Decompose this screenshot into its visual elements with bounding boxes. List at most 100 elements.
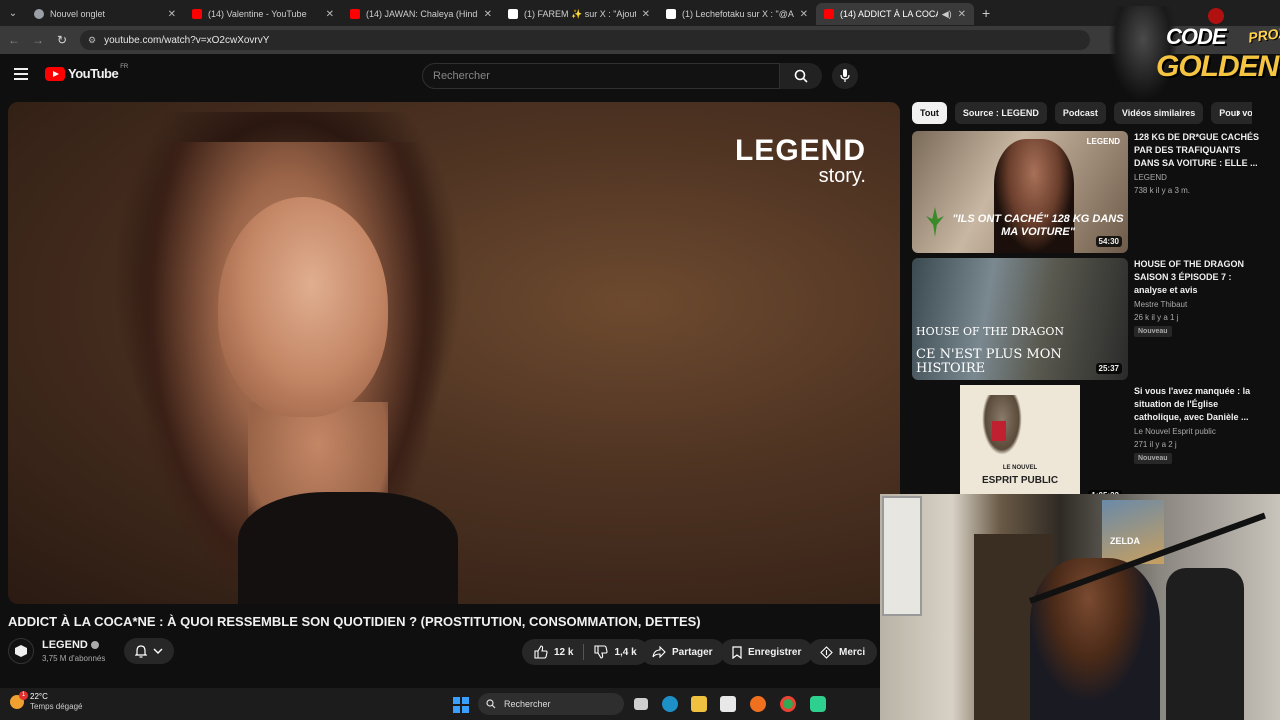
file-explorer-icon[interactable] — [691, 696, 707, 712]
weather-sun-icon — [10, 691, 28, 709]
notification-bell-button[interactable] — [124, 638, 174, 664]
recommendation-channel[interactable]: LEGEND — [1134, 173, 1167, 182]
tab-label: (14) JAWAN: Chaleya (Hindi) | Sh — [366, 9, 478, 19]
video-thumbnail[interactable]: HOUSE OF THE DRAGON CE N'EST PLUS MON HI… — [912, 258, 1128, 380]
taskbar-search[interactable]: Rechercher — [478, 693, 624, 715]
weather-widget[interactable]: 22°C Temps dégagé — [10, 691, 83, 712]
site-settings-icon[interactable]: ⚙ — [88, 35, 96, 46]
url-text: youtube.com/watch?v=xO2cwXovrvY — [104, 34, 270, 46]
firefox-icon[interactable] — [750, 696, 766, 712]
browser-tab-bar: ⌄ Nouvel onglet ✕ (14) Valentine - YouTu… — [0, 0, 1280, 26]
tab-close-icon[interactable]: ✕ — [800, 9, 808, 20]
verified-icon — [90, 641, 99, 650]
share-button[interactable]: Partager — [640, 639, 725, 665]
subscriber-count: 3,75 M d'abonnés — [42, 654, 106, 663]
tab-label: (14) Valentine - YouTube — [208, 9, 307, 19]
channel-name[interactable]: LEGEND — [42, 639, 99, 651]
reload-icon[interactable]: ↻ — [50, 33, 74, 47]
new-tab-icon[interactable]: + — [982, 5, 990, 21]
tab-close-icon[interactable]: ✕ — [168, 9, 176, 20]
recommendation-title[interactable]: HOUSE OF THE DRAGON SAISON 3 ÉPISODE 7 :… — [1134, 258, 1260, 297]
tab-close-icon[interactable]: ✕ — [642, 9, 650, 20]
windows-start-icon[interactable] — [453, 697, 469, 713]
back-icon[interactable]: ← — [2, 33, 26, 47]
menu-icon[interactable] — [14, 68, 28, 80]
recommendation-meta: 271 il y a 2 j — [1134, 440, 1177, 449]
weather-temperature: 22°C — [30, 692, 48, 701]
recommendation-item[interactable]: HOUSE OF THE DRAGON CE N'EST PLUS MON HI… — [912, 258, 1272, 380]
video-player[interactable]: LEGEND story. — [8, 102, 900, 604]
recommendation-title[interactable]: Si vous l'avez manquée : la situation de… — [1134, 385, 1260, 424]
chip-source[interactable]: Source : LEGEND — [954, 102, 1047, 124]
watermark-line1: LEGEND — [734, 134, 866, 167]
chevron-right-icon[interactable]: › — [1236, 104, 1241, 120]
video-thumbnail[interactable]: LEGEND "ILS ONT CACHÉ" 128 KG DANS MA VO… — [912, 131, 1128, 253]
recommendation-channel[interactable]: Le Nouvel Esprit public — [1134, 427, 1216, 436]
like-dislike-group: 12 k 1,4 k — [522, 639, 649, 665]
tab-label: Nouvel onglet — [50, 9, 106, 19]
save-label: Enregistrer — [748, 646, 802, 658]
scarf-illustration — [992, 421, 1006, 441]
browser-tab[interactable]: (14) JAWAN: Chaleya (Hindi) | Sh ✕ — [342, 3, 500, 25]
logo-text: YouTube — [68, 66, 119, 81]
browser-tab-active[interactable]: (14) ADDICT À LA COCA*NE ◀) ✕ — [816, 3, 974, 25]
super-thanks-icon — [820, 645, 833, 659]
weather-condition: Temps dégagé — [30, 702, 83, 711]
recommendation-meta: 738 k il y a 3 m. — [1134, 186, 1191, 195]
webcam-window — [882, 496, 922, 616]
tab-close-icon[interactable]: ✕ — [484, 9, 492, 20]
microphone-icon — [840, 69, 850, 82]
tab-label: (1) FAREM ✨ sur X : "Ajoutons — [524, 8, 636, 19]
forward-icon[interactable]: → — [26, 33, 50, 47]
tab-search-icon[interactable]: ⌄ — [0, 0, 26, 26]
chrome-icon[interactable] — [780, 696, 796, 712]
tab-close-icon[interactable]: ✕ — [326, 9, 334, 20]
tab-favicon-icon — [350, 9, 360, 19]
bell-icon — [135, 644, 147, 658]
search-button[interactable] — [780, 63, 822, 89]
task-view-icon[interactable] — [634, 698, 648, 710]
browser-tab[interactable]: (1) FAREM ✨ sur X : "Ajoutons ✕ — [500, 3, 658, 25]
recommendation-title[interactable]: 128 KG DE DR*GUE CACHÉS PAR DES TRAFIQUA… — [1134, 131, 1260, 170]
address-bar[interactable]: ⚙ youtube.com/watch?v=xO2cwXovrvY — [80, 30, 1090, 50]
thumbnail-text: LE NOUVEL — [1002, 465, 1038, 471]
promo-emblem — [1208, 8, 1224, 24]
browser-tab[interactable]: (14) Valentine - YouTube ✕ — [184, 3, 342, 25]
tab-close-icon[interactable]: ✕ — [958, 9, 966, 20]
channel-avatar[interactable] — [8, 638, 34, 664]
chip-podcast[interactable]: Podcast — [1054, 102, 1106, 124]
like-divider — [583, 644, 585, 660]
browser-tab[interactable]: (1) Lechefotaku sur X : "@Amar ✕ — [658, 3, 816, 25]
video-thumbnail[interactable]: LE NOUVEL ESPRIT PUBLIC 1:05:22 — [912, 385, 1128, 507]
thumbnail-text: HOUSE OF THE DRAGON — [916, 325, 1065, 338]
voice-search-button[interactable] — [832, 63, 858, 89]
app-icon[interactable] — [810, 696, 826, 712]
webcam-overlay: ZELDA — [880, 494, 1280, 720]
search-input[interactable]: Rechercher — [422, 63, 780, 89]
windows-taskbar: 22°C Temps dégagé Rechercher — [0, 688, 880, 720]
thanks-button[interactable]: Merci — [808, 639, 878, 665]
thumbs-down-icon — [594, 645, 609, 659]
recommendation-channel[interactable]: Mestre Thibaut — [1134, 300, 1187, 309]
chevron-down-icon — [153, 648, 163, 654]
thumbnail-brand: LEGEND — [1086, 137, 1120, 146]
youtube-logo[interactable]: YouTube FR — [45, 64, 128, 81]
tab-favicon-icon — [666, 9, 676, 19]
dislike-button[interactable]: 1,4 k — [594, 645, 637, 659]
chip-all[interactable]: Tout — [912, 102, 947, 124]
recommendation-item[interactable]: LEGEND "ILS ONT CACHÉ" 128 KG DANS MA VO… — [912, 131, 1272, 253]
stream-promo-overlay: CODE PROZIS GOLDENG — [1108, 2, 1280, 106]
recommendation-item[interactable]: LE NOUVEL ESPRIT PUBLIC 1:05:22 Si vous … — [912, 385, 1272, 507]
video-duration: 25:37 — [1095, 363, 1122, 374]
leaf-icon — [926, 207, 944, 237]
speaker-icon[interactable]: ◀) — [942, 9, 952, 20]
store-icon[interactable] — [720, 696, 736, 712]
edge-icon[interactable] — [662, 696, 678, 712]
browser-tab[interactable]: Nouvel onglet ✕ — [26, 3, 184, 25]
watermark-line2: story. — [818, 165, 866, 187]
dislike-count: 1,4 k — [614, 646, 637, 658]
search-icon — [486, 699, 496, 709]
tab-favicon-icon — [192, 9, 202, 19]
like-button[interactable]: 12 k — [534, 645, 573, 659]
save-button[interactable]: Enregistrer — [720, 639, 814, 665]
